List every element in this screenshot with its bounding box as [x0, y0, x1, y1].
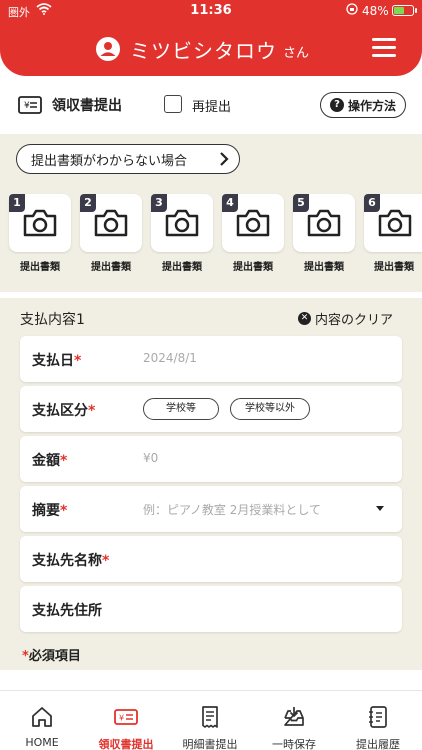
- question-icon: ?: [329, 98, 344, 112]
- category-school-button[interactable]: 学校等: [143, 398, 219, 420]
- receipt-icon: ¥: [18, 96, 42, 114]
- document-slot-1[interactable]: 1: [9, 194, 71, 252]
- unknown-docs-label: 提出書類がわからない場合: [31, 153, 188, 169]
- amount-field[interactable]: 金額* ¥0: [20, 436, 402, 482]
- nav-receipt[interactable]: ¥ 領収書提出: [84, 691, 168, 750]
- user-honorific: さん: [283, 45, 310, 61]
- nav-temp-save[interactable]: 一時保存: [252, 691, 336, 750]
- payment-title: 支払内容1: [20, 312, 85, 328]
- unknown-docs-button[interactable]: 提出書類がわからない場合: [16, 144, 240, 174]
- camera-icon: [236, 209, 270, 237]
- pay-date-placeholder: 2024/8/1: [143, 351, 197, 365]
- document-label-5: 提出書類: [304, 262, 344, 273]
- statement-icon: [202, 706, 218, 728]
- hamburger-menu-icon[interactable]: [372, 36, 396, 58]
- clear-content-label: 内容のクリア: [315, 313, 394, 328]
- document-label-4: 提出書類: [233, 262, 273, 273]
- carrier-text: 圏外: [8, 6, 30, 19]
- nav-history-label: 提出履歴: [356, 738, 400, 750]
- summary-label: 摘要*: [32, 503, 68, 519]
- app-header: 圏外 11:36 48% ミツビシタロウ さん: [0, 0, 422, 76]
- camera-icon: [307, 209, 341, 237]
- inbox-save-icon: [284, 707, 304, 726]
- document-slot-3[interactable]: 3: [151, 194, 213, 252]
- svg-text:¥: ¥: [119, 714, 124, 723]
- document-slot-4[interactable]: 4: [222, 194, 284, 252]
- pay-category-field: 支払区分* 学校等 学校等以外: [20, 386, 402, 432]
- nav-home-label: HOME: [25, 736, 59, 749]
- document-label-3: 提出書類: [162, 262, 202, 273]
- required-note: *必須項目: [22, 649, 81, 664]
- category-non-school-button[interactable]: 学校等以外: [230, 398, 310, 420]
- status-bar: 圏外 11:36 48%: [0, 0, 422, 22]
- nav-statement-label: 明細書提出: [182, 738, 238, 750]
- clear-icon: ✕: [298, 312, 311, 325]
- document-slot-5[interactable]: 5: [293, 194, 355, 252]
- camera-icon: [94, 209, 128, 237]
- nav-home[interactable]: HOME: [0, 691, 84, 750]
- pay-date-label: 支払日*: [32, 353, 82, 369]
- svg-text:¥: ¥: [24, 101, 30, 111]
- document-label-6: 提出書類: [374, 262, 414, 273]
- pay-category-label: 支払区分*: [32, 403, 96, 419]
- summary-select[interactable]: 摘要* 例：ピアノ教室 2月授業料として: [20, 486, 402, 532]
- status-time: 11:36: [190, 3, 232, 18]
- howto-label: 操作方法: [347, 98, 396, 113]
- payee-address-field[interactable]: 支払先住所: [20, 586, 402, 632]
- howto-button[interactable]: ? 操作方法: [320, 92, 406, 118]
- amount-placeholder: ¥0: [143, 451, 159, 465]
- chevron-right-icon: [220, 152, 229, 166]
- document-label-1: 提出書類: [20, 262, 60, 273]
- nav-statement[interactable]: 明細書提出: [168, 691, 252, 750]
- wifi-icon: [36, 3, 52, 15]
- document-slot-2[interactable]: 2: [80, 194, 142, 252]
- document-slot-6[interactable]: 6: [364, 194, 422, 252]
- receipt-title: 領収書提出: [52, 98, 122, 114]
- payee-name-field[interactable]: 支払先名称*: [20, 536, 402, 582]
- user-name: ミツビシタロウ: [130, 38, 277, 63]
- user-avatar-icon: [96, 37, 120, 61]
- payee-address-label: 支払先住所: [32, 603, 102, 619]
- amount-label: 金額*: [32, 453, 68, 469]
- resubmit-label: 再提出: [192, 100, 232, 115]
- user-greeting: ミツビシタロウ さん: [96, 34, 309, 64]
- history-document-icon: [369, 706, 387, 728]
- resubmit-checkbox[interactable]: [164, 95, 182, 113]
- orientation-lock-icon: [346, 3, 358, 15]
- clear-content-button[interactable]: ✕ 内容のクリア: [298, 309, 393, 328]
- receipt-nav-icon: ¥: [114, 709, 138, 725]
- home-icon: [32, 707, 52, 727]
- nav-receipt-label: 領収書提出: [98, 738, 154, 750]
- document-label-2: 提出書類: [91, 262, 131, 273]
- nav-history[interactable]: 提出履歴: [336, 691, 420, 750]
- camera-icon: [165, 209, 199, 237]
- receipt-header-row: ¥ 領収書提出 再提出 ? 操作方法: [0, 86, 422, 124]
- payee-name-label: 支払先名称*: [32, 553, 110, 569]
- dropdown-arrow-icon: [376, 506, 384, 511]
- pay-date-field[interactable]: 支払日* 2024/8/1: [20, 336, 402, 382]
- nav-temp-save-label: 一時保存: [272, 738, 316, 750]
- camera-icon: [23, 209, 57, 237]
- bottom-navigation: HOME ¥ 領収書提出 明細書提出 一時保存 提出履歴: [0, 690, 422, 750]
- camera-icon: [378, 209, 412, 237]
- battery-percent: 48%: [362, 4, 389, 18]
- battery-icon: [392, 5, 417, 16]
- summary-placeholder: 例：ピアノ教室 2月授業料として: [143, 503, 322, 517]
